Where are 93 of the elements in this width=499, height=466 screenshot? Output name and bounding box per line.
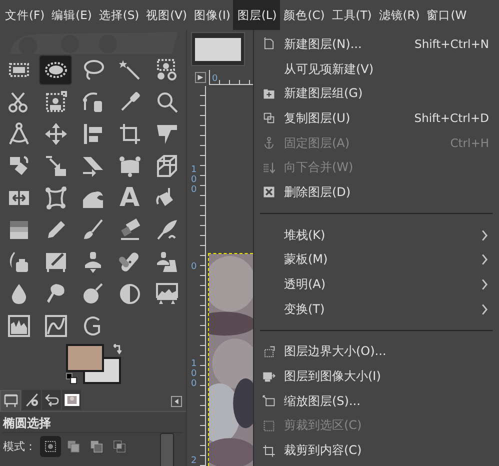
duplicate-icon (262, 111, 276, 126)
magic-wand-icon (118, 58, 142, 82)
text-tool[interactable]: A (113, 183, 146, 213)
warp-frame-icon (44, 186, 68, 210)
transform-icon (154, 122, 178, 146)
menu-item[interactable]: 堆栈(K) (254, 222, 499, 248)
menu-item[interactable]: 新建图层(N)... Shift+Ctrl+N (254, 32, 499, 57)
ruler-label: 100 (191, 360, 198, 390)
ruler-label: 0 (212, 74, 218, 84)
intersect-mode-icon (112, 439, 127, 454)
menu-item[interactable]: 工具(T) (328, 0, 375, 30)
panel-tab[interactable] (62, 390, 81, 410)
folder-plus-icon (262, 86, 276, 101)
undo-arrows-icon (44, 392, 60, 408)
quill-icon (154, 218, 178, 242)
curve-icon (44, 314, 68, 338)
chevron-right-icon (481, 302, 489, 316)
image-preview (191, 32, 245, 66)
layer-to-image-icon (262, 370, 276, 384)
add-mode-icon (66, 439, 81, 454)
compass-icon (6, 122, 30, 146)
chevron-right-icon (481, 278, 489, 292)
menu-item[interactable]: 蒙板(M) (254, 248, 499, 272)
replace-mode-icon (43, 439, 58, 454)
color-swatches-drawing[interactable] (66, 344, 121, 384)
play-icon[interactable] (195, 72, 206, 82)
dashed-square-icon (262, 418, 276, 433)
merge-down-icon (262, 160, 276, 175)
thumbnail-icon (64, 392, 80, 408)
crop-frame-icon (262, 444, 276, 458)
menu-item[interactable]: 新建图层组(G) (254, 81, 499, 106)
stamp-perspective-icon (154, 250, 178, 274)
anchor-icon (262, 136, 276, 150)
panel-tab[interactable] (0, 390, 21, 411)
color-select-icon (154, 58, 178, 82)
shear-icon (80, 154, 104, 178)
swap-arrow-icon[interactable] (112, 344, 123, 355)
page-icon (262, 37, 276, 52)
cage-icon (118, 154, 142, 178)
pressure-icon (24, 392, 40, 408)
chevron-right-icon (481, 253, 489, 266)
mode-label: 模式： (3, 439, 36, 454)
panel-tab[interactable] (42, 390, 61, 410)
menu-item[interactable]: 复制图层(U) Shift+Ctrl+D (254, 106, 499, 131)
menu-item[interactable]: 透明(A) (254, 272, 499, 297)
ruler-label: 100 (191, 166, 198, 196)
move-icon (44, 122, 68, 146)
delete-icon (262, 185, 276, 200)
menu-item[interactable]: 图像(I) (190, 0, 234, 30)
menu-item[interactable]: 窗口(W (422, 0, 470, 30)
mode-button[interactable] (40, 436, 61, 457)
search-icon (154, 90, 178, 114)
person-select-icon (44, 90, 68, 114)
menu-item[interactable]: 选择(S) (94, 0, 142, 30)
crop-icon (118, 122, 142, 146)
resize-frame-icon (262, 344, 276, 359)
menu-item[interactable]: 滤镜(R) (374, 0, 423, 30)
cube-icon (154, 154, 178, 178)
menu-item[interactable]: 变换(T) (254, 296, 499, 322)
histogram-icon (6, 314, 30, 338)
ellipse-select-tool[interactable] (39, 55, 72, 85)
monitor-icon (2, 393, 18, 409)
menu-item[interactable]: 图层边界大小(O)... (254, 340, 499, 364)
menu-item[interactable]: 颜色(C) (280, 0, 328, 30)
ruler-label: 0 (191, 263, 198, 273)
panel-menu-icon[interactable] (171, 396, 182, 407)
menu-item[interactable]: 裁剪到内容(C) (254, 438, 499, 463)
scale-icon (44, 154, 68, 178)
subtract-mode-icon (89, 439, 104, 454)
menu-item[interactable]: 缩放图层(S)... (254, 388, 499, 414)
dodge-icon (80, 282, 104, 306)
levels-icon (154, 282, 178, 306)
chevron-right-icon (481, 228, 489, 242)
menu-item[interactable]: 文件(F) (1, 0, 48, 30)
scissors-icon (6, 90, 30, 114)
menu-item[interactable]: 从可见项新建(V) (254, 56, 499, 82)
scrollbar[interactable] (160, 433, 174, 466)
menu-item[interactable]: 删除图层(D) (254, 180, 499, 205)
path-nodes-icon (80, 90, 104, 114)
shortcut-label: Shift+Ctrl+N (414, 37, 489, 52)
default-colors-icon[interactable] (66, 373, 77, 384)
shortcut-label: Ctrl+H (450, 136, 489, 150)
panel-title: 椭圆选择 (3, 415, 183, 433)
ruler-label: 2 (191, 457, 198, 466)
scale-frame-icon (262, 394, 276, 408)
menu-item[interactable]: 图层到图像大小(I) (254, 364, 499, 389)
menu-item[interactable]: 图层(L) (233, 0, 280, 30)
menu-item[interactable]: 编辑(E) (48, 0, 95, 30)
shortcut-label: Shift+Ctrl+D (414, 111, 489, 126)
panel-tab[interactable] (22, 390, 41, 410)
contrast-icon (118, 282, 142, 306)
tablet-icon (44, 250, 68, 274)
menu-item[interactable]: 视图(V) (142, 0, 190, 30)
